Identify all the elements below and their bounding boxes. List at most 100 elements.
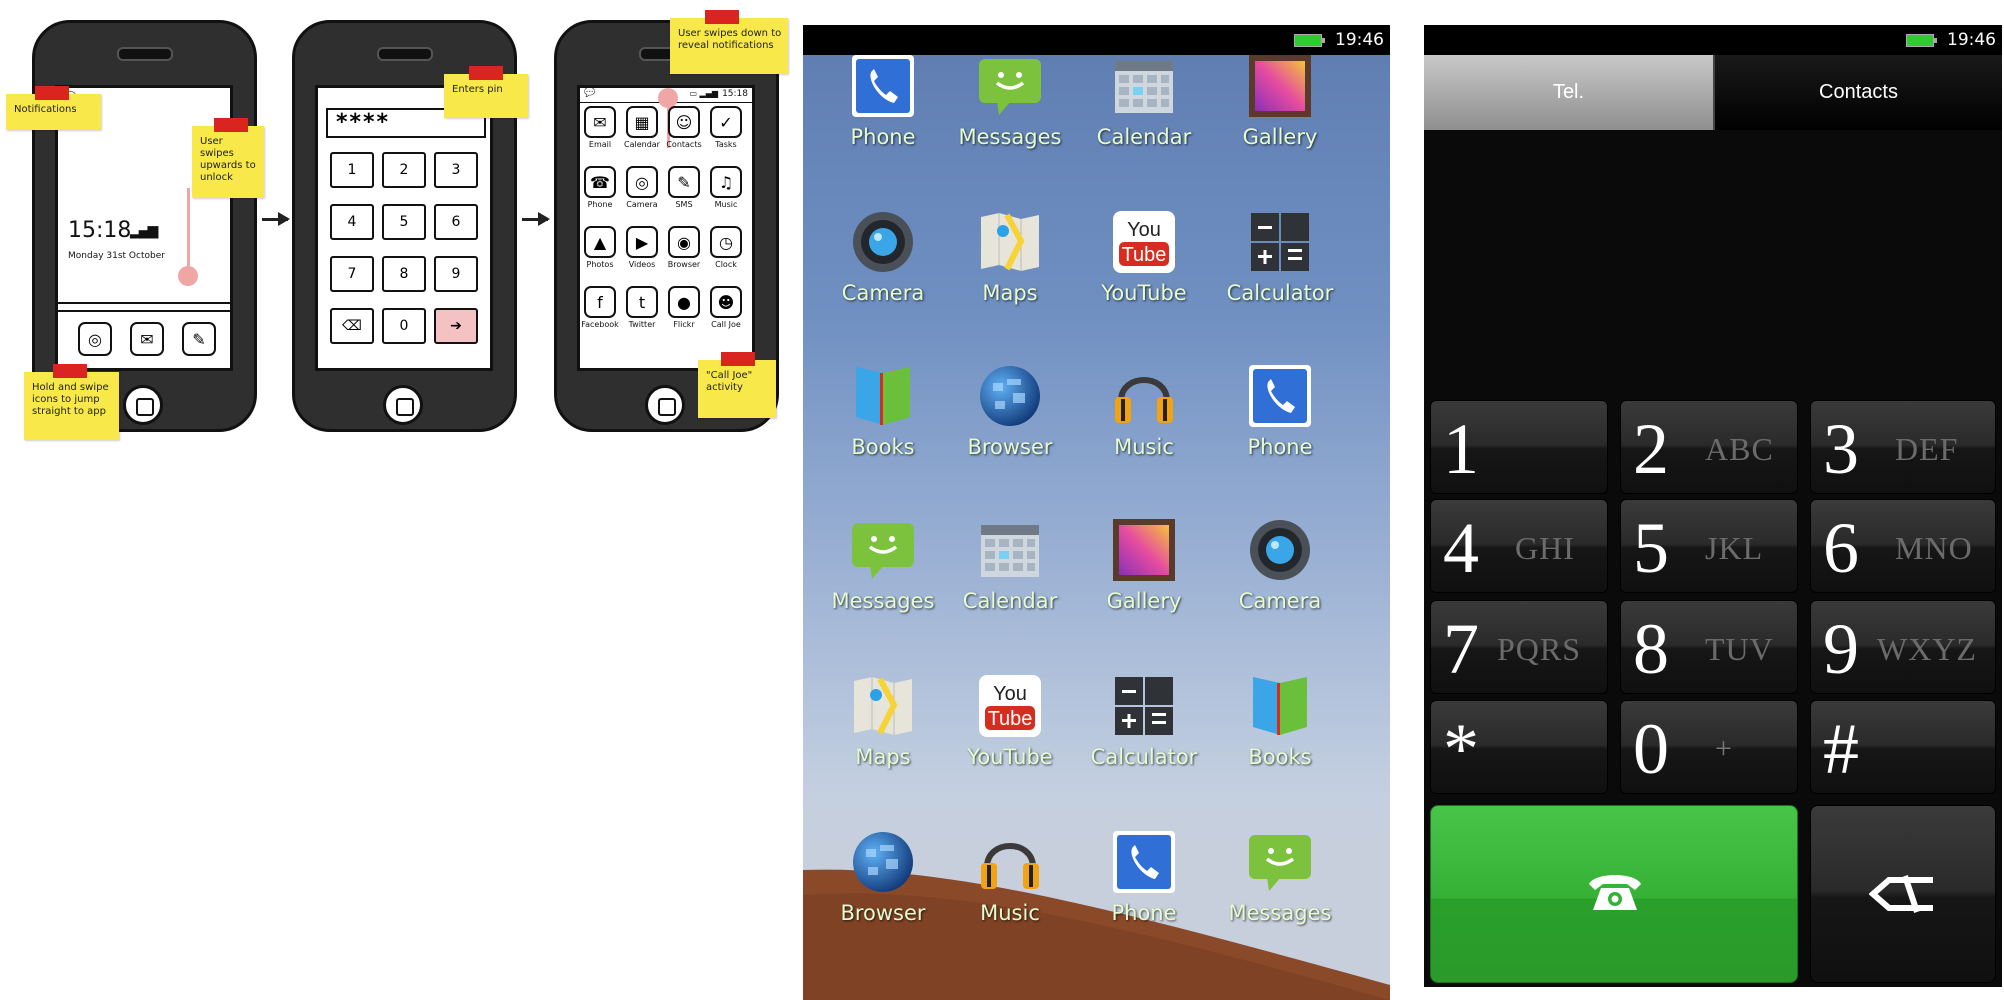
app-messages[interactable]: Messages (1207, 819, 1347, 959)
note-text: Notifications (14, 104, 77, 115)
flow-arrow (522, 212, 550, 226)
sketch-app-icon[interactable]: ◎ (626, 166, 658, 198)
app-calculator[interactable]: Calculator (1207, 199, 1347, 339)
note-text: Enters pin (452, 84, 503, 95)
app-messages[interactable]: Messages (810, 507, 950, 647)
dial-key-star[interactable]: * (1430, 700, 1608, 794)
status-time: 15:18 (722, 89, 748, 99)
app-browser[interactable]: Browser (810, 819, 950, 959)
sketch-app-icon[interactable]: ☺ (668, 106, 700, 138)
sketch-key-7[interactable]: 8 (382, 256, 426, 292)
dock-sms-icon[interactable]: ✎ (182, 322, 216, 356)
svg-text:Tube: Tube (988, 708, 1033, 730)
dial-key-7[interactable]: 7 PQRS (1430, 600, 1608, 694)
app-music[interactable]: Music (937, 819, 1077, 959)
sketch-app-icon[interactable]: ✎ (668, 166, 700, 198)
sketch-app-icon[interactable]: t (626, 286, 658, 318)
dial-key-6[interactable]: 6 MNO (1810, 499, 1996, 593)
dial-key-3[interactable]: 3 DEF (1810, 400, 1996, 494)
app-browser[interactable]: Browser (937, 353, 1077, 493)
note-notifications: Notifications (6, 86, 101, 130)
launcher-screen: 19:46 Phone Messages Calendar Gallery Camera… (803, 25, 1390, 1000)
app-youtube[interactable]: You Tube YouTube (1071, 199, 1211, 339)
dial-key-9[interactable]: 9 WXYZ (1810, 600, 1996, 694)
sketch-key-0[interactable]: 1 (330, 152, 374, 188)
app-gallery[interactable]: Gallery (1207, 43, 1347, 183)
dial-key-hash[interactable]: # (1810, 700, 1996, 794)
dial-key-4[interactable]: 4 GHI (1430, 499, 1608, 593)
app-messages[interactable]: Messages (937, 43, 1077, 183)
call-button[interactable] (1430, 805, 1798, 983)
sketch-key-1[interactable]: 2 (382, 152, 426, 188)
sketch-app-icon[interactable]: ◷ (710, 226, 742, 258)
maps-icon (850, 673, 916, 739)
home-button[interactable] (645, 385, 685, 425)
app-books[interactable]: Books (1207, 663, 1347, 803)
tab-tel[interactable]: Tel. (1424, 55, 1713, 130)
home-button[interactable] (123, 385, 163, 425)
app-label: Books (1248, 745, 1312, 769)
sketch-app-icon[interactable]: ☻ (710, 286, 742, 318)
sketch-app-icon[interactable]: ▦ (626, 106, 658, 138)
sketch-key-8[interactable]: 9 (434, 256, 478, 292)
sketch-app-icon[interactable]: ✓ (710, 106, 742, 138)
dial-key-0[interactable]: 0 + (1620, 700, 1798, 794)
books-icon (1247, 673, 1313, 739)
sketch-key-5[interactable]: 6 (434, 204, 478, 240)
sketch-app-icon[interactable]: ▲ (584, 226, 616, 258)
sketch-key-3[interactable]: 4 (330, 204, 374, 240)
dial-key-5[interactable]: 5 JKL (1620, 499, 1798, 593)
tab-contacts[interactable]: Contacts (1713, 55, 2002, 130)
dock-mail-icon[interactable]: ✉ (130, 322, 164, 356)
dial-key-8[interactable]: 8 TUV (1620, 600, 1798, 694)
app-label: Phone (850, 125, 916, 149)
app-label: Music (980, 901, 1040, 925)
sketch-key-9[interactable]: ⌫ (330, 308, 374, 344)
sketch-key-6[interactable]: 7 (330, 256, 374, 292)
key-digit: 7 (1443, 609, 1479, 689)
sketch-key-4[interactable]: 5 (382, 204, 426, 240)
app-phone[interactable]: Phone (1071, 819, 1211, 959)
app-books[interactable]: Books (810, 353, 950, 493)
maps-icon (977, 209, 1043, 275)
sketch-app-icon[interactable]: ✉ (584, 106, 616, 138)
app-calculator[interactable]: Calculator (1071, 663, 1211, 803)
app-music[interactable]: Music (1071, 353, 1211, 493)
sketch-app-icon[interactable]: ☎ (584, 166, 616, 198)
messages-icon (850, 517, 916, 583)
sketch-app-label: Contacts (666, 140, 702, 149)
app-camera[interactable]: Camera (810, 199, 950, 339)
sketch-key-10[interactable]: 0 (382, 308, 426, 344)
app-calendar[interactable]: Calendar (937, 507, 1077, 647)
backspace-button[interactable] (1810, 805, 1996, 983)
app-phone[interactable]: Phone (1207, 353, 1347, 493)
sketch-app-icon[interactable]: ◉ (668, 226, 700, 258)
app-camera[interactable]: Camera (1207, 507, 1347, 647)
phone-icon (1111, 829, 1177, 895)
sketch-app-icon[interactable]: ▶ (626, 226, 658, 258)
note-text: Hold and swipe icons to jump straight to… (32, 382, 109, 417)
dock-camera-icon[interactable]: ◎ (78, 322, 112, 356)
home-button[interactable] (383, 385, 423, 425)
notification-bubble-icon: 💬 (584, 88, 596, 98)
sketch-key-2[interactable]: 3 (434, 152, 478, 188)
lock-date: Monday 31st October (68, 251, 165, 261)
sketch-app-icon[interactable]: ● (668, 286, 700, 318)
dial-key-2[interactable]: 2 ABC (1620, 400, 1798, 494)
sketch-app-icon[interactable]: ♫ (710, 166, 742, 198)
dial-key-1[interactable]: 1 (1430, 400, 1608, 494)
unlock-bar[interactable] (58, 302, 230, 312)
earpiece (117, 47, 173, 61)
app-label: Messages (1228, 901, 1332, 925)
note-text: User swipes down to reveal notifications (678, 28, 782, 51)
app-maps[interactable]: Maps (810, 663, 950, 803)
key-letters: TUV (1705, 631, 1774, 667)
sketch-key-11[interactable]: ➔ (434, 308, 478, 344)
app-phone[interactable]: Phone (810, 43, 950, 183)
app-gallery[interactable]: Gallery (1071, 507, 1211, 647)
app-maps[interactable]: Maps (937, 199, 1077, 339)
sketch-app-icon[interactable]: f (584, 286, 616, 318)
app-calendar[interactable]: Calendar (1071, 43, 1211, 183)
tape (469, 66, 504, 80)
app-youtube[interactable]: You Tube YouTube (937, 663, 1077, 803)
